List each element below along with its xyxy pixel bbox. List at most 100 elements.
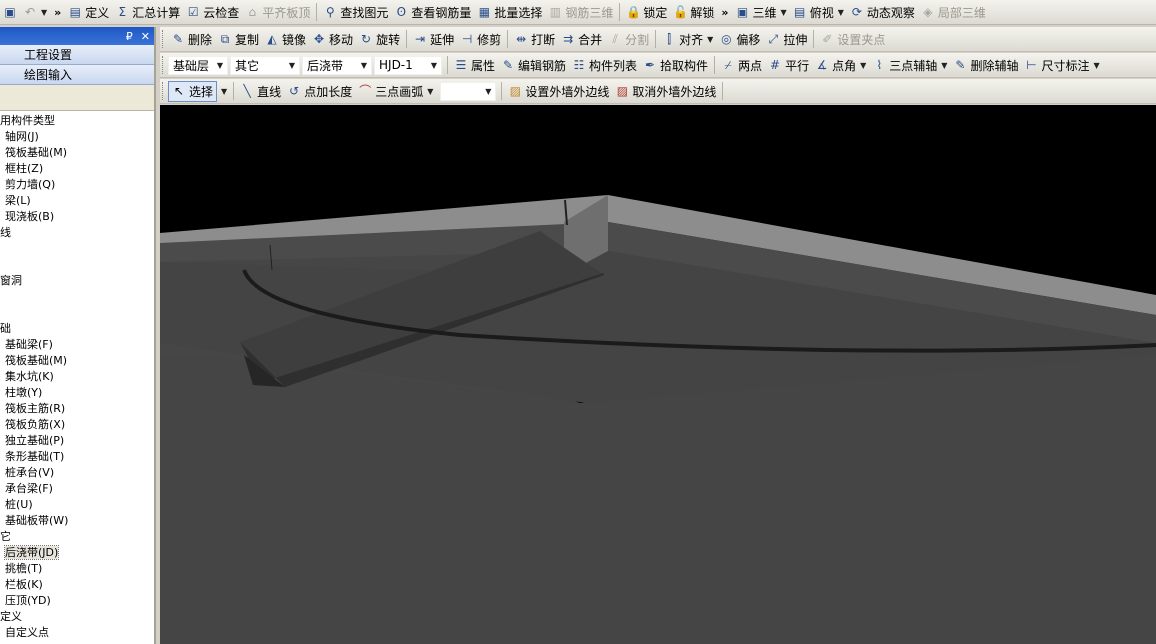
edit-0-button[interactable]: ✎ 删除 bbox=[168, 29, 215, 50]
tree-item[interactable]: 集水坑(K) bbox=[0, 369, 154, 385]
tree-item[interactable]: 条形基础(T) bbox=[0, 449, 154, 465]
tree-item[interactable]: 基础梁(F) bbox=[0, 337, 154, 353]
select-button[interactable]: ↖ 选择 bbox=[168, 80, 218, 102]
edit-3-button[interactable]: ✥ 移动 bbox=[309, 29, 356, 50]
undo-button[interactable]: ↶ ▼ bbox=[20, 2, 50, 23]
main-9-button[interactable]: 🔓 解锁 bbox=[670, 2, 717, 23]
edit-2-button[interactable]: ◭ 镜像 bbox=[262, 29, 309, 50]
prop-0-button[interactable]: ☰ 属性 bbox=[451, 55, 498, 76]
main-2-button[interactable]: ☑ 云检查 bbox=[183, 2, 242, 23]
tree-item[interactable]: 柱墩(Y) bbox=[0, 385, 154, 401]
category-select[interactable]: 其它 ▼ bbox=[230, 55, 300, 75]
axis-3-button[interactable]: ⌇ 三点辅轴 ▼ bbox=[869, 55, 950, 76]
edit-9-button[interactable]: ⫽ 分割 bbox=[605, 29, 652, 50]
tree-item[interactable]: 础 bbox=[0, 321, 154, 337]
tab-drawing-input[interactable]: 绘图输入 bbox=[0, 65, 154, 85]
tree-item[interactable]: 现浇板(B) bbox=[0, 209, 154, 225]
axis-5-button[interactable]: ⊢ 尺寸标注 ▼ bbox=[1021, 55, 1102, 76]
floor-select[interactable]: 基础层 ▼ bbox=[168, 55, 228, 75]
tree-item[interactable]: 基础板带(W) bbox=[0, 513, 154, 529]
orbit-icon: ⟳ bbox=[851, 5, 862, 19]
main-5-button[interactable]: ʘ 查看钢筋量 bbox=[391, 2, 474, 23]
close-icon[interactable]: ✕ bbox=[141, 30, 150, 43]
edit-5-button[interactable]: ⇥ 延伸 bbox=[410, 29, 457, 50]
component-type-select[interactable]: 后浇带 ▼ bbox=[302, 55, 372, 75]
tree-item[interactable]: 框柱(Z) bbox=[0, 161, 154, 177]
prop-2-button[interactable]: ☷ 构件列表 bbox=[569, 55, 640, 76]
tree-item-label: 压顶(YD) bbox=[5, 594, 51, 607]
axis-0-button[interactable]: ⌿ 两点 bbox=[718, 55, 765, 76]
arc-button[interactable]: ⌒ 三点画弧 ▼ bbox=[355, 81, 436, 102]
edit-10-button[interactable]: ⫿ 对齐 ▼ bbox=[659, 29, 716, 50]
main-6-button[interactable]: ▦ 批量选择 bbox=[474, 2, 545, 23]
tree-item[interactable] bbox=[0, 289, 154, 305]
set-outer-wall-edge-button[interactable]: ▨ 设置外墙外边线 bbox=[505, 81, 612, 102]
3d-scene[interactable] bbox=[160, 105, 1156, 644]
tree-item[interactable]: 筏板负筋(X) bbox=[0, 417, 154, 433]
edit-6-button[interactable]: ⊣ 修剪 bbox=[457, 29, 504, 50]
chevron-down-icon[interactable]: ▼ bbox=[218, 87, 230, 96]
tree-item[interactable]: 桩(U) bbox=[0, 497, 154, 513]
mirror-icon: ◭ bbox=[267, 32, 277, 46]
tree-item[interactable]: 桩承台(V) bbox=[0, 465, 154, 481]
save-button[interactable]: ▣ bbox=[0, 2, 20, 23]
view-3-button[interactable]: ◈ 局部三维 bbox=[918, 2, 989, 23]
view-2-button[interactable]: ⟳ 动态观察 bbox=[847, 2, 918, 23]
tree-item[interactable]: 线 bbox=[0, 225, 154, 241]
main-7-button[interactable]: ▥ 钢筋三维 bbox=[545, 2, 616, 23]
axis-1-button[interactable]: # 平行 bbox=[765, 55, 812, 76]
line-button[interactable]: ╲ 直线 bbox=[237, 81, 284, 102]
tree-item[interactable]: 栏板(K) bbox=[0, 577, 154, 593]
tree-item[interactable]: 剪力墙(Q) bbox=[0, 177, 154, 193]
tree-item[interactable] bbox=[0, 257, 154, 273]
axis-4-button[interactable]: ✎ 删除辅轴 bbox=[950, 55, 1021, 76]
toolbar-grip[interactable] bbox=[162, 56, 165, 74]
pin-icon[interactable]: ₽ bbox=[126, 30, 133, 43]
tree-item[interactable]: 承台梁(F) bbox=[0, 481, 154, 497]
tree-item[interactable]: 筏板主筋(R) bbox=[0, 401, 154, 417]
tree-item[interactable]: 筏板基础(M) bbox=[0, 353, 154, 369]
toolbar-overflow-icon-2[interactable]: » bbox=[717, 6, 732, 19]
tree-item[interactable] bbox=[0, 241, 154, 257]
toolbar-grip[interactable] bbox=[162, 30, 165, 48]
axis-2-button[interactable]: ∡ 点角 ▼ bbox=[812, 55, 869, 76]
edit-8-button[interactable]: ⇉ 合并 bbox=[558, 29, 605, 50]
component-select[interactable]: HJD-1 ▼ bbox=[374, 55, 442, 75]
arc-mode-select[interactable]: ▼ bbox=[440, 81, 497, 101]
edit-11-button[interactable]: ◎ 偏移 bbox=[716, 29, 763, 50]
tree-item[interactable]: 定义 bbox=[0, 609, 154, 625]
local-3d-icon: ◈ bbox=[923, 5, 933, 19]
toolbar-grip[interactable] bbox=[162, 82, 165, 100]
point-length-button[interactable]: ↺ 点加长度 bbox=[284, 81, 355, 102]
prop-3-button[interactable]: ✒ 拾取构件 bbox=[640, 55, 711, 76]
tab-project-settings[interactable]: 工程设置 bbox=[0, 45, 154, 65]
tree-item[interactable]: 挑檐(T) bbox=[0, 561, 154, 577]
view-1-button[interactable]: ▤ 俯视 ▼ bbox=[790, 2, 847, 23]
tree-item[interactable]: 它 bbox=[0, 529, 154, 545]
tree-item[interactable]: 筏板基础(M) bbox=[0, 145, 154, 161]
tree-item[interactable]: 压顶(YD) bbox=[0, 593, 154, 609]
view-0-button[interactable]: ▣ 三维 ▼ bbox=[733, 2, 790, 23]
main-8-button[interactable]: 🔒 锁定 bbox=[623, 2, 670, 23]
edit-1-button[interactable]: ⧉ 复制 bbox=[215, 29, 262, 50]
main-1-button[interactable]: Σ 汇总计算 bbox=[112, 2, 183, 23]
main-4-button[interactable]: ⚲ 查找图元 bbox=[320, 2, 391, 23]
toolbar-overflow-icon[interactable]: » bbox=[50, 6, 65, 19]
main-0-button[interactable]: ▤ 定义 bbox=[65, 2, 112, 23]
tree-item[interactable]: 用构件类型 bbox=[0, 113, 154, 129]
edit-4-button[interactable]: ↻ 旋转 bbox=[356, 29, 403, 50]
tree-item[interactable] bbox=[0, 305, 154, 321]
main-3-button[interactable]: ⌂ 平齐板顶 bbox=[242, 2, 313, 23]
tree-item[interactable]: 自定义点 bbox=[0, 625, 154, 641]
tree-item[interactable]: 轴网(J) bbox=[0, 129, 154, 145]
edit-13-button[interactable]: ✐ 设置夹点 bbox=[817, 29, 888, 50]
tree-item[interactable]: 后浇带(JD) bbox=[0, 545, 154, 561]
cancel-outer-wall-edge-button[interactable]: ▨ 取消外墙外边线 bbox=[612, 81, 719, 102]
edit-7-button[interactable]: ⇹ 打断 bbox=[511, 29, 558, 50]
tree-item[interactable]: 独立基础(P) bbox=[0, 433, 154, 449]
prop-1-button[interactable]: ✎ 编辑钢筋 bbox=[498, 55, 569, 76]
3d-viewport[interactable] bbox=[160, 105, 1156, 644]
tree-item[interactable]: 梁(L) bbox=[0, 193, 154, 209]
edit-12-button[interactable]: ⤢ 拉伸 bbox=[763, 29, 810, 50]
tree-item[interactable]: 窗洞 bbox=[0, 273, 154, 289]
